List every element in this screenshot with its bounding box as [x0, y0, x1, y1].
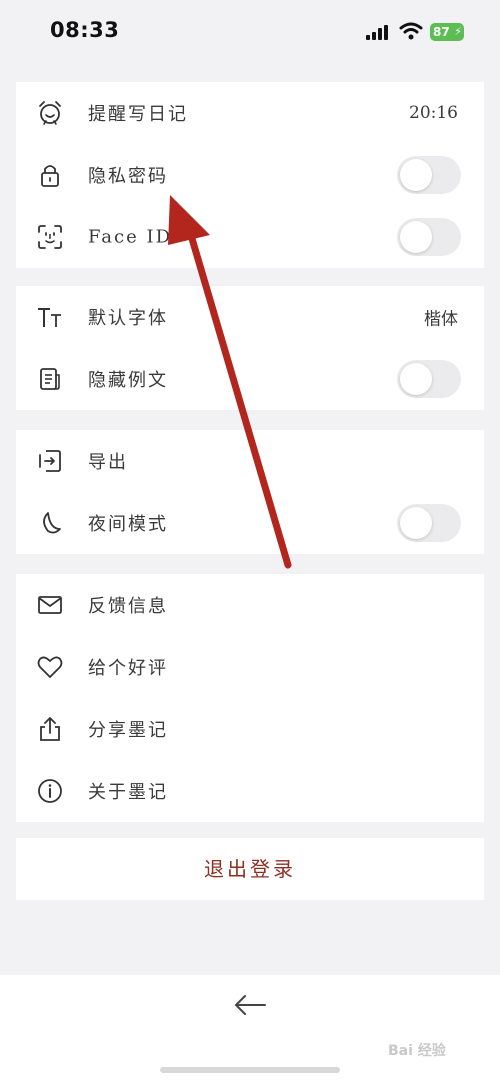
- settings-section-about: 反馈信息 给个好评 分享墨记 关于墨记: [16, 574, 484, 822]
- share-icon: [36, 715, 64, 743]
- row-hide-sample: 隐藏例文: [16, 348, 484, 410]
- row-about[interactable]: 关于墨记: [16, 760, 484, 822]
- status-time: 08:33: [50, 18, 120, 42]
- row-label: 隐私密码: [88, 166, 168, 187]
- row-label: 关于墨记: [88, 782, 168, 803]
- settings-section-reminder-privacy: 提醒写日记 20:16 隐私密码 Face ID: [16, 82, 484, 268]
- row-default-font[interactable]: 默认字体 楷体: [16, 286, 484, 348]
- moon-icon: [36, 509, 64, 537]
- row-label: 隐藏例文: [88, 370, 168, 391]
- row-label: 给个好评: [88, 658, 168, 679]
- toggle-knob: [400, 507, 432, 539]
- home-indicator: [160, 1067, 340, 1073]
- row-face-id: Face ID: [16, 206, 484, 268]
- toggle-knob: [400, 221, 432, 253]
- privacy-password-toggle[interactable]: [397, 156, 461, 194]
- battery-level: 87: [433, 25, 450, 39]
- night-mode-toggle[interactable]: [397, 504, 461, 542]
- watermark: Bai 经验: [388, 1043, 446, 1059]
- row-label: 默认字体: [88, 308, 168, 329]
- row-night-mode: 夜间模式: [16, 492, 484, 554]
- row-label: 反馈信息: [88, 596, 168, 617]
- default-font-value: 楷体: [424, 309, 458, 330]
- lock-icon: [36, 161, 64, 189]
- row-label: 夜间模式: [88, 514, 168, 535]
- row-share[interactable]: 分享墨记: [16, 698, 484, 760]
- hide-sample-toggle[interactable]: [397, 360, 461, 398]
- bottom-nav-bar: [0, 975, 500, 1083]
- battery-indicator: 87 ⚡: [430, 23, 464, 41]
- reminder-time-value: 20:16: [409, 103, 458, 123]
- row-rate[interactable]: 给个好评: [16, 636, 484, 698]
- logout-button[interactable]: 退出登录: [16, 838, 484, 900]
- row-feedback[interactable]: 反馈信息: [16, 574, 484, 636]
- row-export[interactable]: 导出: [16, 430, 484, 492]
- settings-section-export: 导出 夜间模式: [16, 430, 484, 554]
- row-label: Face ID: [88, 226, 172, 248]
- document-icon: [36, 365, 64, 393]
- info-icon: [36, 777, 64, 805]
- export-icon: [36, 447, 64, 475]
- heart-icon: [36, 653, 64, 681]
- face-id-toggle[interactable]: [397, 218, 461, 256]
- row-privacy-password: 隐私密码: [16, 144, 484, 206]
- toggle-knob: [400, 159, 432, 191]
- alarm-clock-icon: [36, 99, 64, 127]
- row-diary-reminder[interactable]: 提醒写日记 20:16: [16, 82, 484, 144]
- charging-icon: ⚡: [454, 25, 462, 38]
- font-size-icon: [36, 303, 64, 331]
- row-label: 分享墨记: [88, 720, 168, 741]
- mail-icon: [36, 591, 64, 619]
- wifi-icon: [399, 22, 423, 40]
- row-label: 导出: [88, 452, 128, 473]
- cellular-signal-icon: [366, 25, 388, 40]
- back-arrow-icon[interactable]: [233, 991, 267, 1019]
- settings-section-font: 默认字体 楷体 隐藏例文: [16, 286, 484, 410]
- face-id-icon: [36, 223, 64, 251]
- row-label: 提醒写日记: [88, 104, 188, 125]
- status-bar: 08:33 87 ⚡: [0, 0, 500, 70]
- toggle-knob: [400, 363, 432, 395]
